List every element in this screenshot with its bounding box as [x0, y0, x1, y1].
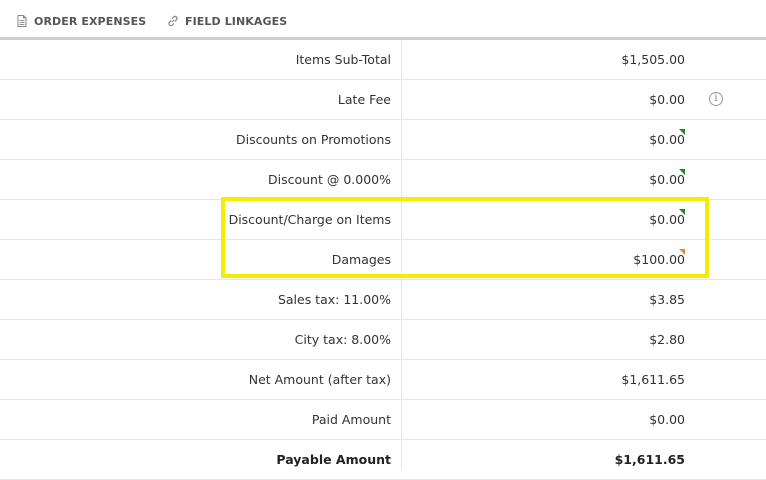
green-corner-marker-icon	[679, 169, 685, 175]
info-icon[interactable]: i	[709, 92, 723, 106]
green-corner-marker-icon	[679, 129, 685, 135]
row-label: Sales tax: 11.00%	[277, 292, 391, 307]
row-value[interactable]: $0.00	[649, 160, 685, 199]
row-value[interactable]: $0.00	[649, 120, 685, 159]
row-value: $0.00	[649, 412, 685, 427]
tab-order-expenses[interactable]: ORDER EXPENSES	[15, 12, 146, 30]
row-label: Discount/Charge on Items	[228, 212, 391, 227]
tab-order-expenses-label: ORDER EXPENSES	[34, 14, 147, 28]
row-label: Discounts on Promotions	[235, 132, 391, 147]
table-row-damages: Damages $100.00	[0, 240, 766, 280]
table-row-items-subtotal: Items Sub-Total $1,505.00	[0, 40, 766, 80]
document-icon	[15, 14, 29, 28]
row-value: $2.80	[649, 332, 685, 347]
orange-corner-marker-icon	[679, 249, 685, 255]
table-row-discounts-on-promotions: Discounts on Promotions $0.00	[0, 120, 766, 160]
row-label: Net Amount (after tax)	[248, 372, 391, 387]
row-label: Damages	[331, 252, 391, 267]
row-value: $1,505.00	[621, 52, 685, 67]
tab-field-linkages[interactable]: FIELD LINKAGES	[166, 12, 287, 30]
row-label: Paid Amount	[311, 412, 391, 427]
row-label: Discount @ 0.000%	[268, 172, 391, 187]
table-row-late-fee: Late Fee $0.00 i	[0, 80, 766, 120]
tab-field-linkages-label: FIELD LINKAGES	[185, 14, 288, 28]
green-corner-marker-icon	[679, 209, 685, 215]
table-row-paid-amount: Paid Amount $0.00	[0, 400, 766, 440]
column-divider	[401, 40, 402, 469]
row-label: Payable Amount	[276, 452, 391, 467]
table-row-city-tax: City tax: 8.00% $2.80	[0, 320, 766, 360]
table-row-sales-tax: Sales tax: 11.00% $3.85	[0, 280, 766, 320]
table-row-payable-amount: Payable Amount $1,611.65	[0, 440, 766, 480]
tab-bar: ORDER EXPENSES FIELD LINKAGES	[0, 0, 766, 40]
table-row-discount-charge-on-items: Discount/Charge on Items $0.00	[0, 200, 766, 240]
row-value: $0.00	[649, 92, 685, 107]
row-label: Items Sub-Total	[295, 52, 391, 67]
row-value[interactable]: $0.00	[649, 200, 685, 239]
row-value: $1,611.65	[614, 452, 685, 467]
table-row-discount-percent: Discount @ 0.000% $0.00	[0, 160, 766, 200]
row-value: $3.85	[649, 292, 685, 307]
row-value: $1,611.65	[621, 372, 685, 387]
row-label: City tax: 8.00%	[294, 332, 391, 347]
row-value[interactable]: $100.00	[633, 240, 685, 279]
row-label: Late Fee	[337, 92, 391, 107]
link-icon	[166, 14, 180, 28]
table-row-net-amount: Net Amount (after tax) $1,611.65	[0, 360, 766, 400]
